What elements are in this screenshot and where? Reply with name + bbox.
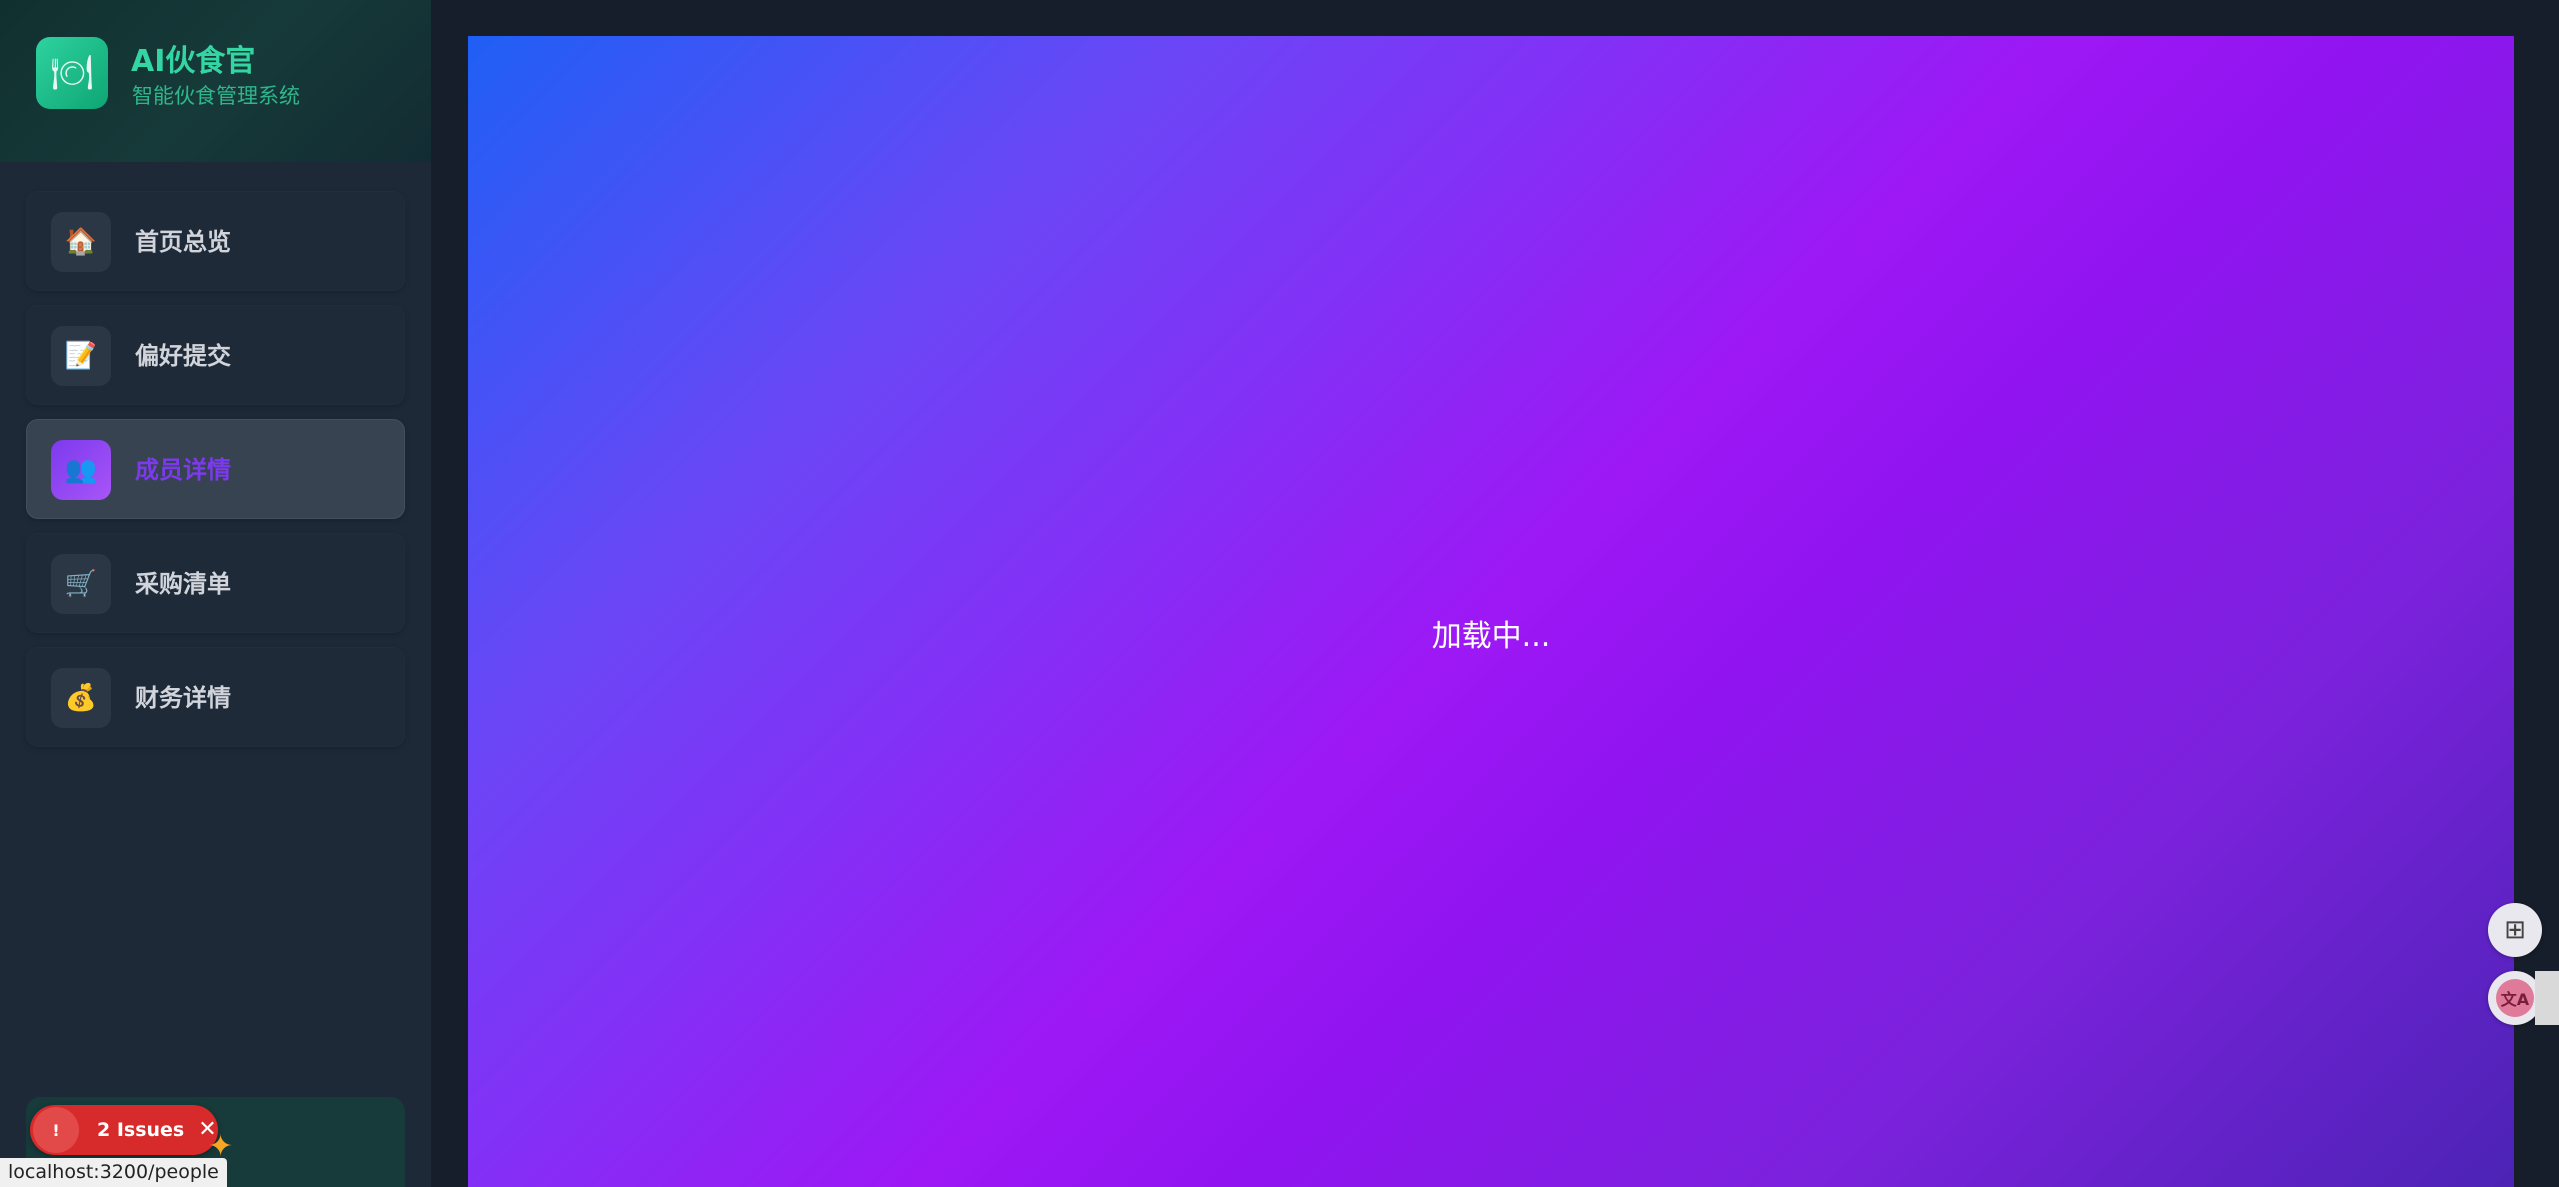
alert-icon: ! [33,1107,79,1153]
apps-add-button[interactable]: ⊞ [2488,903,2542,957]
sidebar-item-label: 采购清单 [135,570,231,598]
loading-indicator: 加载中... [1431,619,1551,654]
sidebar-item-label: 偏好提交 [135,342,231,370]
issues-badge[interactable]: ! 2 Issues ✕ [30,1105,218,1155]
sidebar-item-label: 财务详情 [135,684,231,712]
sidebar-item-home[interactable]: 🏠 首页总览 [26,191,405,291]
sidebar-item-label: 成员详情 [135,456,231,484]
translate-icon: 文A [2496,979,2534,1017]
apps-add-icon: ⊞ [2504,915,2526,945]
status-bar-url: localhost:3200/people [0,1158,227,1187]
people-icon: 👥 [51,440,111,500]
sidebar: 🍽 AI伙食官 智能伙食管理系统 🏠 首页总览 📝 偏好提交 👥 成员详情 🛒 … [0,0,431,1187]
side-panel-tab[interactable] [2535,971,2559,1025]
money-bag-icon: 💰 [51,668,111,728]
content-panel: 加载中... [468,36,2514,1187]
translate-button[interactable]: 文A [2488,971,2542,1025]
cart-icon: 🛒 [51,554,111,614]
brand-subtitle: 智能伙食管理系统 [132,84,300,108]
sidebar-item-members[interactable]: 👥 成员详情 [26,419,405,519]
plate-icon: 🍽 [36,37,108,109]
sidebar-item-label: 首页总览 [135,228,231,256]
sidebar-item-finance[interactable]: 💰 财务详情 [26,647,405,747]
brand-title: AI伙食官 [131,44,256,79]
sidebar-item-shopping[interactable]: 🛒 采购清单 [26,533,405,633]
issues-label: 2 Issues [97,1119,185,1141]
sidebar-item-preferences[interactable]: 📝 偏好提交 [26,305,405,405]
memo-icon: 📝 [51,326,111,386]
house-icon: 🏠 [51,212,111,272]
brand-header: 🍽 AI伙食官 智能伙食管理系统 [0,0,431,162]
